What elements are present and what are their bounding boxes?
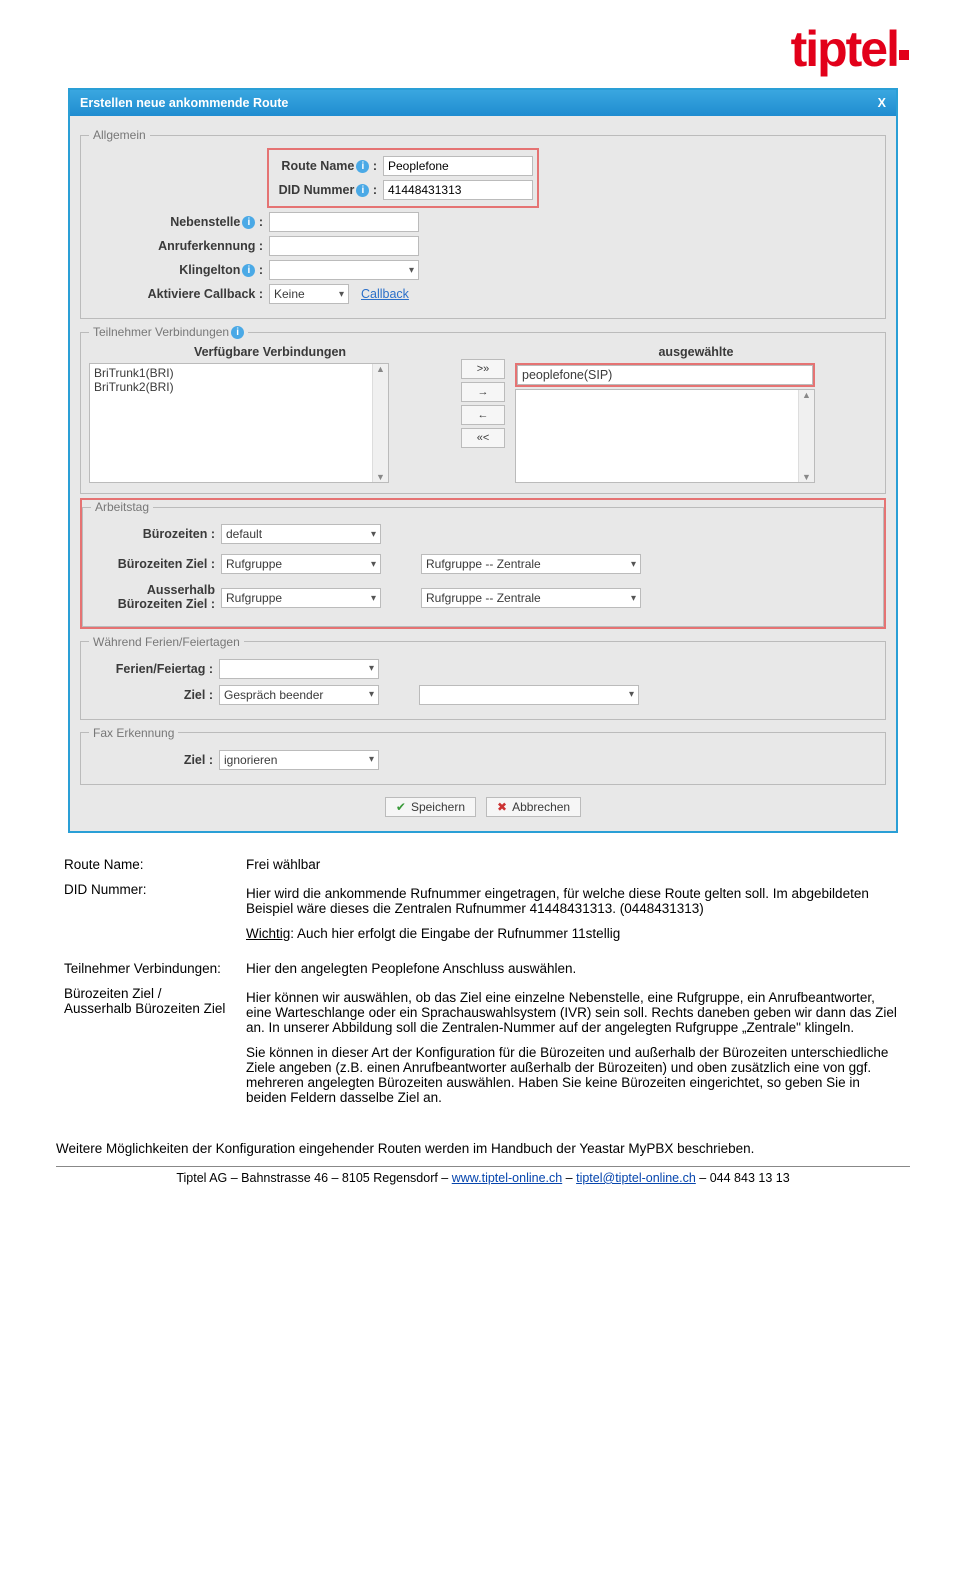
scrollbar[interactable] — [798, 390, 814, 482]
dialog-titlebar: Erstellen neue ankommende Route X — [70, 90, 896, 116]
available-listbox[interactable]: BriTrunk1(BRI) BriTrunk2(BRI) — [89, 363, 389, 483]
legend-arbeitstag: Arbeitstag — [91, 500, 153, 514]
highlight-box-selected: peoplefone(SIP) — [515, 363, 815, 387]
desc-value: Hier wird die ankommende Rufnummer einge… — [240, 878, 908, 955]
did-input[interactable] — [383, 180, 533, 200]
buerozeiten-select[interactable]: default — [221, 524, 381, 544]
save-button[interactable]: ✔Speichern — [385, 797, 476, 817]
move-all-left-button[interactable]: «< — [461, 428, 505, 448]
header-selected: ausgewählte — [515, 345, 877, 359]
highlight-box-top: Route Namei : DID Nummeri : — [267, 148, 539, 208]
fieldset-allgemein: Allgemein Route Namei : DID Nummeri : — [80, 128, 886, 319]
scrollbar[interactable] — [372, 364, 388, 482]
cancel-button[interactable]: ✖Abbrechen — [486, 797, 581, 817]
ferien-ziel-type-select[interactable]: Gespräch beender — [219, 685, 379, 705]
move-left-button[interactable]: ← — [461, 405, 505, 425]
fax-ziel-select[interactable]: ignorieren — [219, 750, 379, 770]
fieldset-fax: Fax Erkennung Ziel : ignorieren — [80, 726, 886, 785]
list-item[interactable]: BriTrunk1(BRI) — [94, 366, 384, 380]
description-table: Route Name: Frei wählbar DID Nummer: Hie… — [56, 851, 910, 1121]
legend-allgemein: Allgemein — [89, 128, 150, 142]
desc-value: Hier den angelegten Peoplefone Anschluss… — [240, 957, 908, 980]
x-icon: ✖ — [497, 800, 507, 814]
legend-ferien: Während Ferien/Feiertagen — [89, 635, 244, 649]
buerozeiten-ziel-type-select[interactable]: Rufgruppe — [221, 554, 381, 574]
list-item[interactable]: BriTrunk2(BRI) — [94, 380, 384, 394]
dialog: Erstellen neue ankommende Route X Allgem… — [68, 88, 898, 833]
highlight-box-arbeitstag: Arbeitstag Bürozeiten : default Bürozeit… — [80, 498, 886, 629]
ausser-ziel-select[interactable]: Rufgruppe -- Zentrale — [421, 588, 641, 608]
info-icon[interactable]: i — [242, 264, 255, 277]
fieldset-ferien: Während Ferien/Feiertagen Ferien/Feierta… — [80, 635, 886, 720]
close-icon[interactable]: X — [878, 96, 886, 110]
paragraph-weitere: Weitere Möglichkeiten der Konfiguration … — [56, 1141, 910, 1156]
selected-listbox[interactable] — [515, 389, 815, 483]
page-footer: Tiptel AG – Bahnstrasse 46 – 8105 Regens… — [56, 1166, 910, 1185]
callback-select[interactable]: Keine — [269, 284, 349, 304]
anruferkennung-input[interactable] — [269, 236, 419, 256]
move-right-button[interactable]: → — [461, 382, 505, 402]
move-all-right-button[interactable]: >» — [461, 359, 505, 379]
desc-value: Frei wählbar — [240, 853, 908, 876]
move-buttons: >» → ← «< — [461, 359, 505, 448]
info-icon[interactable]: i — [242, 216, 255, 229]
ferien-ziel-select[interactable] — [419, 685, 639, 705]
fieldset-arbeitstag: Arbeitstag Bürozeiten : default Bürozeit… — [82, 500, 884, 627]
desc-label: DID Nummer: — [58, 878, 238, 955]
legend-teilnehmer: Teilnehmer Verbindungen — [93, 325, 229, 339]
ferien-feiertag-select[interactable] — [219, 659, 379, 679]
ausser-ziel-type-select[interactable]: Rufgruppe — [221, 588, 381, 608]
desc-label: Bürozeiten Ziel / Ausserhalb Bürozeiten … — [58, 982, 238, 1119]
fieldset-teilnehmer: Teilnehmer Verbindungeni Verfügbare Verb… — [80, 325, 886, 494]
selected-top[interactable]: peoplefone(SIP) — [517, 365, 813, 385]
header-available: Verfügbare Verbindungen — [89, 345, 451, 359]
info-icon[interactable]: i — [356, 184, 369, 197]
legend-fax: Fax Erkennung — [89, 726, 178, 740]
desc-label: Route Name: — [58, 853, 238, 876]
info-icon[interactable]: i — [231, 326, 244, 339]
footer-link-email[interactable]: tiptel@tiptel-online.ch — [576, 1171, 696, 1185]
route-name-input[interactable] — [383, 156, 533, 176]
desc-label: Teilnehmer Verbindungen: — [58, 957, 238, 980]
callback-link[interactable]: Callback — [361, 287, 409, 301]
check-icon: ✔ — [396, 800, 406, 814]
nebenstelle-input[interactable] — [269, 212, 419, 232]
dialog-title: Erstellen neue ankommende Route — [80, 96, 288, 110]
footer-link-web[interactable]: www.tiptel-online.ch — [452, 1171, 562, 1185]
brand-logo: tiptel — [56, 20, 910, 78]
klingelton-select[interactable] — [269, 260, 419, 280]
desc-value: Hier können wir auswählen, ob das Ziel e… — [240, 982, 908, 1119]
buerozeiten-ziel-select[interactable]: Rufgruppe -- Zentrale — [421, 554, 641, 574]
info-icon[interactable]: i — [356, 160, 369, 173]
